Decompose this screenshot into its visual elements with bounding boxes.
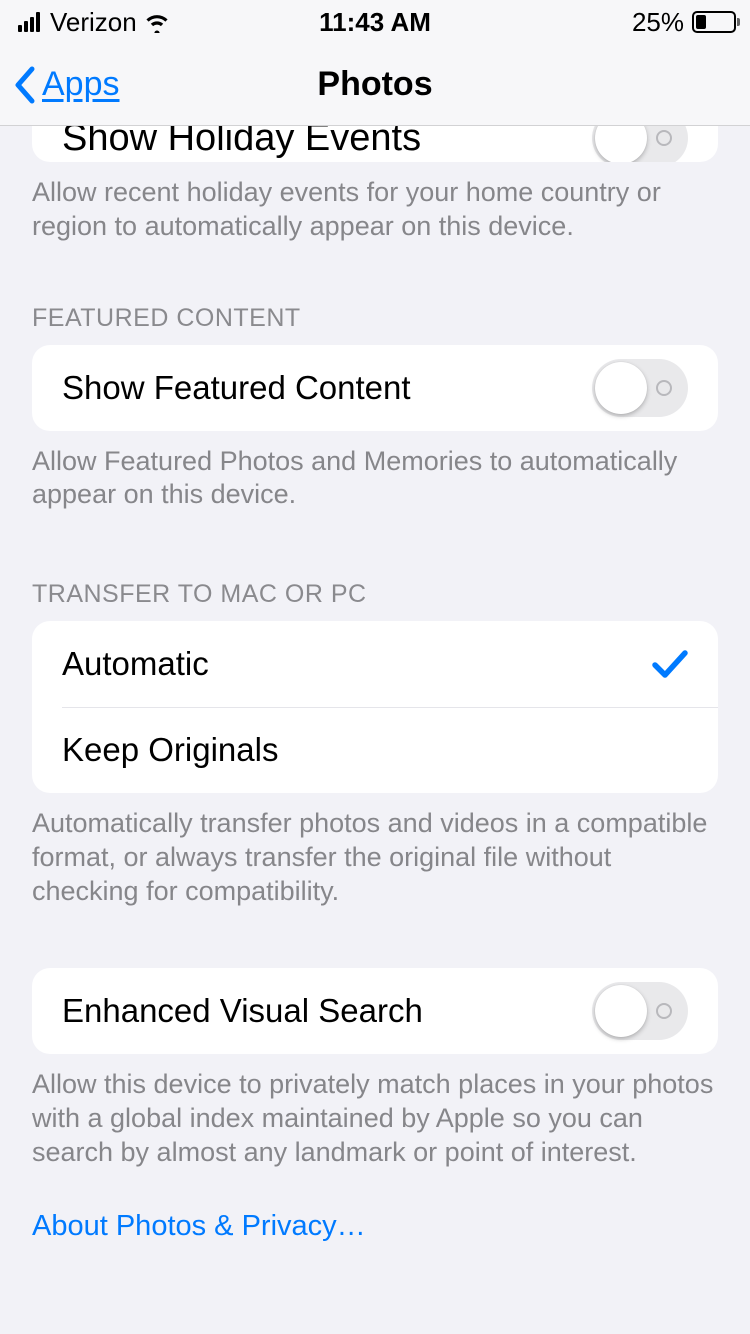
enhanced-visual-search-label: Enhanced Visual Search [62, 992, 423, 1030]
back-button[interactable]: Apps [14, 65, 120, 104]
holiday-events-footer: Allow recent holiday events for your hom… [32, 162, 718, 244]
holiday-events-label: Show Holiday Events [62, 126, 421, 160]
status-bar: Verizon 11:43 AM 25% [0, 0, 750, 44]
featured-content-header: FEATURED CONTENT [32, 304, 718, 345]
transfer-automatic-label: Automatic [62, 645, 209, 683]
checkmark-icon [652, 648, 688, 680]
holiday-events-row[interactable]: Show Holiday Events [32, 126, 718, 162]
transfer-header: TRANSFER TO MAC OR PC [32, 580, 718, 621]
settings-content: Show Holiday Events Allow recent holiday… [0, 126, 750, 1283]
carrier-label: Verizon [50, 7, 137, 38]
show-featured-content-row[interactable]: Show Featured Content [32, 345, 718, 431]
enhanced-visual-search-card: Enhanced Visual Search [32, 968, 718, 1054]
about-photos-privacy-link[interactable]: About Photos & Privacy… [0, 1170, 750, 1283]
back-label: Apps [42, 65, 120, 104]
status-right: 25% [632, 7, 736, 38]
featured-content-card: Show Featured Content [32, 345, 718, 431]
transfer-automatic-row[interactable]: Automatic [32, 621, 718, 707]
show-featured-content-label: Show Featured Content [62, 369, 411, 407]
transfer-card: Automatic Keep Originals [32, 621, 718, 793]
cellular-signal-icon [18, 12, 40, 32]
transfer-keep-originals-row[interactable]: Keep Originals [32, 707, 718, 793]
enhanced-visual-search-row[interactable]: Enhanced Visual Search [32, 968, 718, 1054]
wifi-icon [143, 11, 171, 33]
battery-icon [692, 11, 736, 33]
chevron-left-icon [14, 66, 36, 104]
nav-bar: Apps Photos [0, 44, 750, 126]
battery-percentage: 25% [632, 7, 684, 38]
holiday-events-card: Show Holiday Events [32, 126, 718, 162]
page-title: Photos [317, 65, 432, 104]
featured-content-footer: Allow Featured Photos and Memories to au… [32, 431, 718, 513]
enhanced-visual-search-toggle[interactable] [592, 982, 688, 1040]
enhanced-visual-search-footer: Allow this device to privately match pla… [32, 1054, 718, 1169]
status-time: 11:43 AM [319, 7, 431, 38]
transfer-footer: Automatically transfer photos and videos… [32, 793, 718, 908]
holiday-events-toggle[interactable] [592, 126, 688, 162]
show-featured-content-toggle[interactable] [592, 359, 688, 417]
transfer-keep-originals-label: Keep Originals [62, 731, 278, 769]
status-left: Verizon [18, 7, 171, 38]
